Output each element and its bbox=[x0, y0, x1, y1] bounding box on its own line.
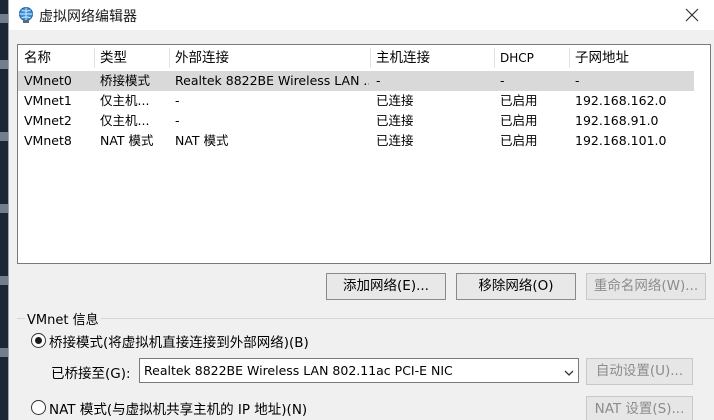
auto-settings-button[interactable]: 自动设置(U)... bbox=[586, 358, 693, 385]
bridged-to-label: 已桥接至(G): bbox=[51, 366, 131, 382]
row-host: 已连接 bbox=[376, 113, 414, 128]
chevron-down-icon bbox=[564, 366, 574, 381]
row-host: - bbox=[376, 73, 381, 88]
vmnet-info-label: VMnet 信息 bbox=[25, 309, 101, 328]
row-type: 桥接模式 bbox=[100, 73, 151, 88]
nat-settings-button[interactable]: NAT 设置(S)... bbox=[586, 396, 693, 420]
row-dhcp: - bbox=[500, 73, 505, 88]
row-type: NAT 模式 bbox=[100, 133, 154, 148]
list-header: 名称 类型 外部连接 主机连接 DHCP 子网地址 bbox=[18, 45, 710, 71]
window-title: 虚拟网络编辑器 bbox=[39, 9, 137, 25]
network-globe-icon bbox=[17, 6, 35, 24]
row-name: VMnet1 bbox=[24, 93, 72, 108]
row-name: VMnet0 bbox=[24, 73, 72, 88]
bridged-mode-label[interactable]: 桥接模式(将虚拟机直接连接到外部网络)(B) bbox=[49, 331, 309, 351]
bridged-mode-radio[interactable] bbox=[31, 333, 46, 348]
row-type: 仅主机... bbox=[100, 113, 150, 128]
row-type: 仅主机... bbox=[100, 93, 150, 108]
column-header-subnet[interactable]: 子网地址 bbox=[569, 45, 694, 71]
row-external: Realtek 8822BE Wireless LAN ... bbox=[175, 73, 369, 88]
row-host: 已连接 bbox=[376, 133, 414, 148]
rename-network-button[interactable]: 重命名网络(W)... bbox=[586, 273, 706, 300]
bridged-adapter-select[interactable]: Realtek 8822BE Wireless LAN 802.11ac PCI… bbox=[139, 358, 579, 383]
title-bar: 虚拟网络编辑器 bbox=[9, 0, 714, 30]
row-external: - bbox=[175, 93, 180, 108]
row-external: - bbox=[175, 113, 180, 128]
column-header-type[interactable]: 类型 bbox=[94, 45, 169, 71]
virtual-network-editor-dialog: 虚拟网络编辑器 名称 类型 外部连接 主机连接 DHCP 子网地址 VMnet0… bbox=[8, 0, 714, 420]
table-row[interactable]: VMnet2 仅主机... - 已连接 已启用 192.168.91.0 bbox=[18, 111, 694, 131]
nat-mode-label[interactable]: NAT 模式(与虚拟机共享主机的 IP 地址)(N) bbox=[49, 398, 307, 418]
table-row[interactable]: VMnet0 桥接模式 Realtek 8822BE Wireless LAN … bbox=[18, 71, 694, 91]
row-name: VMnet8 bbox=[24, 133, 72, 148]
row-dhcp: 已启用 bbox=[500, 93, 538, 108]
table-row[interactable]: VMnet1 仅主机... - 已连接 已启用 192.168.162.0 bbox=[18, 91, 694, 111]
row-external: NAT 模式 bbox=[175, 133, 229, 148]
row-host: 已连接 bbox=[376, 93, 414, 108]
row-subnet: - bbox=[575, 73, 580, 88]
row-subnet: 192.168.101.0 bbox=[575, 133, 667, 148]
close-button[interactable] bbox=[669, 0, 714, 30]
row-subnet: 192.168.91.0 bbox=[575, 113, 659, 128]
row-subnet: 192.168.162.0 bbox=[575, 93, 667, 108]
add-network-button[interactable]: 添加网络(E)... bbox=[326, 273, 446, 300]
group-divider bbox=[17, 318, 714, 319]
row-name: VMnet2 bbox=[24, 113, 72, 128]
column-header-external[interactable]: 外部连接 bbox=[169, 45, 370, 71]
nat-mode-radio[interactable] bbox=[31, 400, 46, 415]
column-header-host[interactable]: 主机连接 bbox=[370, 45, 494, 71]
remove-network-button[interactable]: 移除网络(O) bbox=[456, 273, 576, 300]
bridged-adapter-value: Realtek 8822BE Wireless LAN 802.11ac PCI… bbox=[144, 363, 453, 378]
network-list[interactable]: 名称 类型 外部连接 主机连接 DHCP 子网地址 VMnet0 桥接模式 Re… bbox=[17, 44, 711, 264]
table-row[interactable]: VMnet8 NAT 模式 NAT 模式 已连接 已启用 192.168.101… bbox=[18, 131, 694, 151]
column-header-name[interactable]: 名称 bbox=[18, 45, 93, 71]
row-dhcp: 已启用 bbox=[500, 113, 538, 128]
row-dhcp: 已启用 bbox=[500, 133, 538, 148]
close-icon bbox=[685, 8, 699, 22]
column-header-dhcp[interactable]: DHCP bbox=[494, 45, 569, 71]
